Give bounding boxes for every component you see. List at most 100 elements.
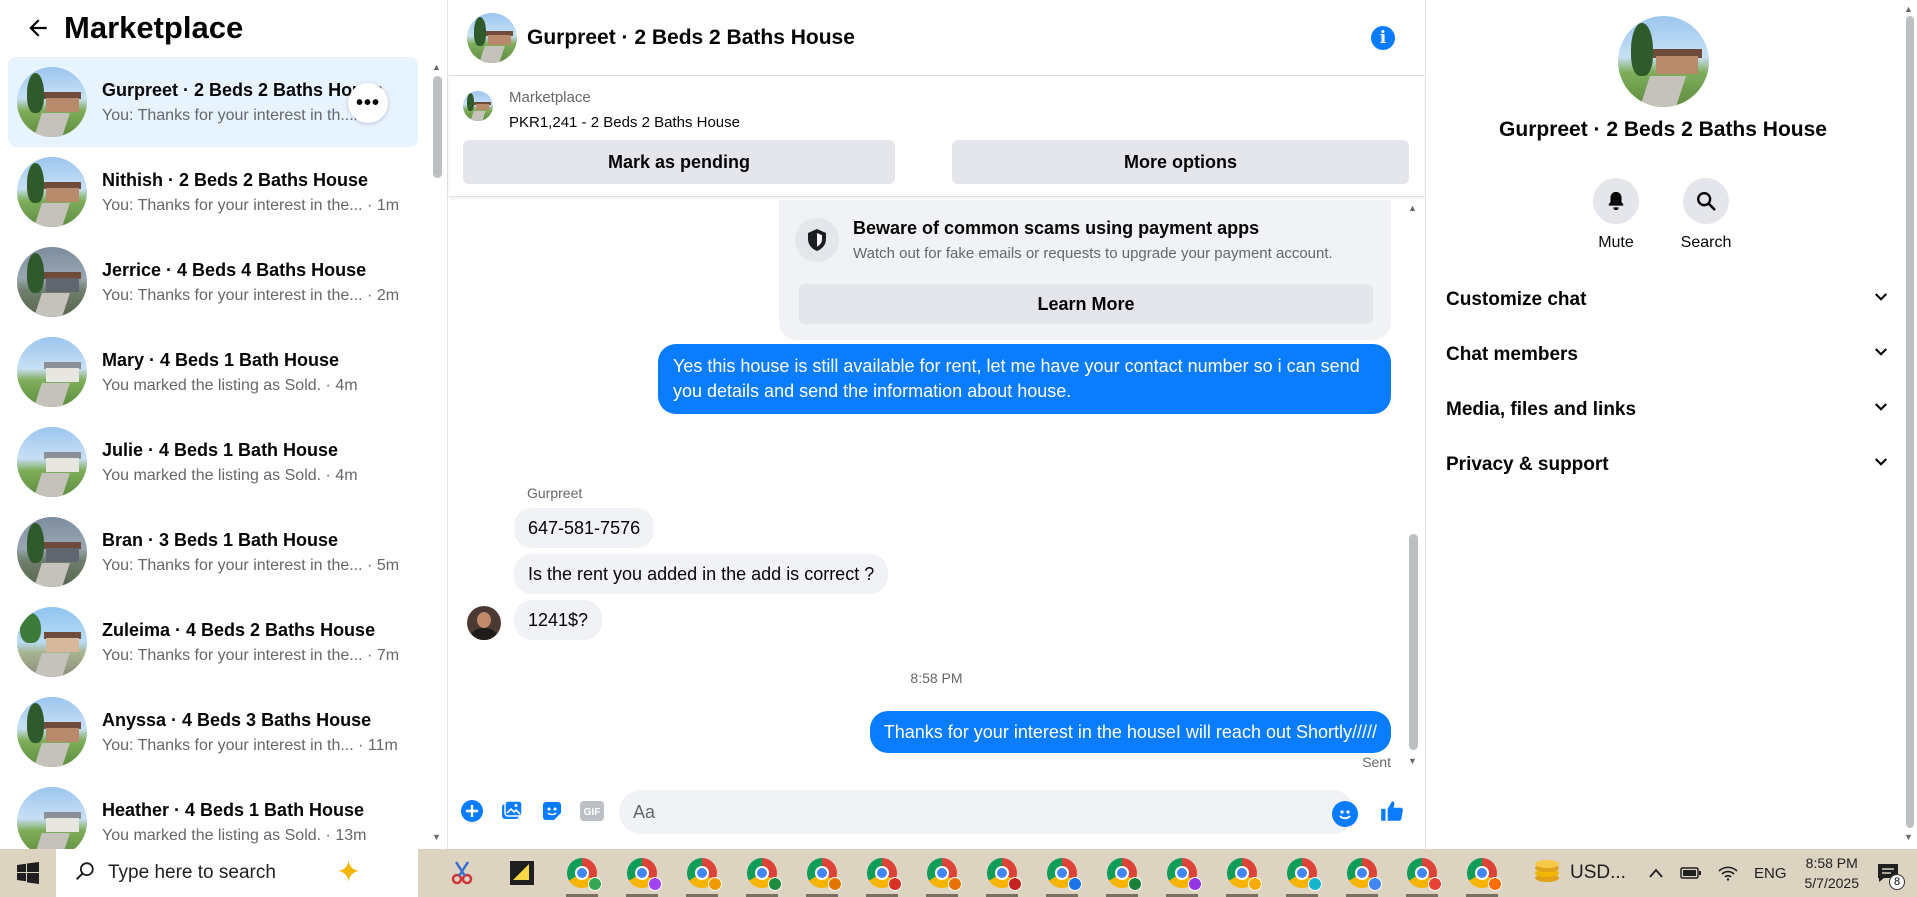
scroll-up-arrow-icon[interactable]: ▲	[1904, 4, 1913, 14]
section-label: Chat members	[1446, 344, 1578, 365]
chat-avatar[interactable]	[467, 12, 517, 63]
scroll-up-arrow-icon[interactable]: ▲	[432, 62, 441, 72]
scroll-down-arrow-icon[interactable]: ▼	[432, 832, 441, 842]
chrome-icon[interactable]	[1332, 849, 1392, 897]
language-indicator[interactable]: ENG	[1754, 865, 1787, 882]
chevron-up-icon[interactable]	[1648, 867, 1664, 879]
scam-warning-description: Watch out for fake emails or requests to…	[853, 245, 1333, 262]
photo-icon[interactable]	[499, 798, 525, 824]
windows-start-icon[interactable]	[0, 849, 56, 897]
chevron-down-icon	[1872, 453, 1890, 477]
chrome-icon[interactable]	[1152, 849, 1212, 897]
section-media-files-links[interactable]: Media, files and links	[1446, 390, 1890, 430]
listing-thumbnail[interactable]	[463, 91, 493, 121]
sticker-icon[interactable]	[539, 798, 565, 824]
chrome-icon[interactable]	[732, 849, 792, 897]
message-input[interactable]	[619, 790, 1354, 834]
chrome-icon[interactable]	[1212, 849, 1272, 897]
incoming-message[interactable]: Is the rent you added in the add is corr…	[514, 554, 889, 594]
chat-scrollbar[interactable]	[1409, 534, 1418, 750]
windows-taskbar: Type here to search ✦ USD... ENG 8:58 PM…	[0, 849, 1917, 897]
svg-text:GIF: GIF	[584, 807, 601, 818]
chrome-icon[interactable]	[1092, 849, 1152, 897]
chrome-icon[interactable]	[912, 849, 972, 897]
conversation-item[interactable]: Bran · 3 Beds 1 Bath House You: Thanks fo…	[8, 507, 418, 597]
chrome-icon[interactable]	[1392, 849, 1452, 897]
listing-avatar	[17, 67, 87, 137]
chat-title[interactable]: Gurpreet · 2 Beds 2 Baths House	[527, 26, 855, 50]
conversation-item[interactable]: Gurpreet · 2 Beds 2 Baths House You: Than…	[8, 57, 418, 147]
sent-status: Sent	[1362, 754, 1391, 770]
conversation-item[interactable]: Jerrice · 4 Beds 4 Baths House You: Thank…	[8, 237, 418, 327]
more-options-button[interactable]: More options	[952, 140, 1409, 184]
chrome-icon[interactable]	[972, 849, 1032, 897]
search-label: Search	[1680, 234, 1732, 251]
chrome-icon[interactable]	[1452, 849, 1512, 897]
details-scrollbar[interactable]	[1906, 16, 1914, 828]
conversation-item[interactable]: Anyssa · 4 Beds 3 Baths House You: Thanks…	[8, 687, 418, 777]
info-icon[interactable]: i	[1371, 26, 1395, 50]
incoming-message[interactable]: 1241$?	[514, 600, 603, 640]
chevron-down-icon	[1872, 343, 1890, 367]
thumbs-up-icon[interactable]	[1379, 798, 1405, 824]
scroll-up-arrow-icon[interactable]: ▲	[1408, 203, 1417, 213]
taskbar-search-box[interactable]: Type here to search ✦	[56, 849, 418, 897]
battery-icon[interactable]	[1680, 866, 1702, 880]
section-label: Media, files and links	[1446, 399, 1637, 420]
sparkle-icon: ✦	[336, 856, 362, 889]
sticky-notes-icon[interactable]	[492, 849, 552, 897]
details-title: Gurpreet · 2 Beds 2 Baths House	[1499, 118, 1827, 141]
shield-icon	[795, 218, 839, 262]
more-options-icon[interactable]: •••	[348, 83, 388, 123]
details-avatar[interactable]	[1618, 16, 1709, 107]
scam-warning-title: Beware of common scams using payment app…	[853, 218, 1260, 238]
snipping-tool-icon[interactable]	[432, 849, 492, 897]
taskbar-clock[interactable]: 8:58 PM 5/7/2025	[1805, 853, 1860, 893]
scroll-down-arrow-icon[interactable]: ▼	[1408, 756, 1417, 766]
chevron-down-icon	[1872, 398, 1890, 422]
learn-more-button[interactable]: Learn More	[799, 284, 1373, 324]
sidebar-scrollbar[interactable]	[433, 76, 442, 178]
message-timestamp: 8:58 PM	[910, 670, 963, 686]
listing-avatar	[17, 427, 87, 497]
chrome-icon[interactable]	[852, 849, 912, 897]
chrome-icon[interactable]	[612, 849, 672, 897]
sender-avatar[interactable]	[467, 606, 501, 640]
weather-widget[interactable]: USD...	[1532, 849, 1626, 897]
incoming-message[interactable]: 647-581-7576	[514, 508, 655, 548]
conversation-item[interactable]: Heather · 4 Beds 1 Bath House You marked …	[8, 777, 418, 849]
emoji-icon[interactable]	[1332, 801, 1358, 827]
conversation-item[interactable]: Mary · 4 Beds 1 Bath House You marked the…	[8, 327, 418, 417]
outgoing-message[interactable]: Yes this house is still available for re…	[658, 344, 1391, 414]
chrome-icon[interactable]	[552, 849, 612, 897]
back-arrow-icon[interactable]	[18, 8, 58, 48]
listing-kind: Marketplace	[509, 89, 591, 106]
conversation-name: Zuleima · 4 Beds 2 Baths House	[102, 619, 376, 640]
gif-icon[interactable]: GIF	[579, 798, 605, 824]
chrome-icon[interactable]	[792, 849, 852, 897]
outgoing-message[interactable]: Thanks for your interest in the houseI w…	[869, 711, 1391, 753]
conversation-item[interactable]: Julie · 4 Beds 1 Bath House You marked th…	[8, 417, 418, 507]
chrome-icon[interactable]	[672, 849, 732, 897]
conversation-preview: You: Thanks for your interest in the... …	[102, 286, 400, 304]
scroll-down-arrow-icon[interactable]: ▼	[1904, 832, 1913, 842]
wifi-icon[interactable]	[1718, 865, 1738, 881]
chrome-icon[interactable]	[1272, 849, 1332, 897]
conversation-preview: You marked the listing as Sold. · 13m	[102, 826, 367, 844]
chrome-icon[interactable]	[1032, 849, 1092, 897]
notification-icon[interactable]: 8	[1873, 858, 1905, 890]
conversation-item[interactable]: Nithish · 2 Beds 2 Baths House You: Thank…	[8, 147, 418, 237]
scam-warning-card: Beware of common scams using payment app…	[779, 200, 1391, 340]
plus-circle-icon[interactable]	[459, 798, 485, 824]
section-chat-members[interactable]: Chat members	[1446, 335, 1890, 375]
mute-button[interactable]: Mute	[1576, 178, 1656, 252]
section-privacy-support[interactable]: Privacy & support	[1446, 445, 1890, 485]
search-button[interactable]: Search	[1666, 178, 1746, 252]
conversation-preview: You marked the listing as Sold. · 4m	[102, 376, 358, 394]
section-customize-chat[interactable]: Customize chat	[1446, 280, 1890, 320]
conversation-item[interactable]: Zuleima · 4 Beds 2 Baths House You: Thank…	[8, 597, 418, 687]
listing-price[interactable]: PKR1,241 - 2 Beds 2 Baths House	[509, 114, 740, 131]
mark-as-pending-button[interactable]: Mark as pending	[463, 140, 895, 184]
conversation-preview: You: Thanks for your interest in the... …	[102, 556, 400, 574]
message-composer: GIF	[449, 782, 1424, 842]
